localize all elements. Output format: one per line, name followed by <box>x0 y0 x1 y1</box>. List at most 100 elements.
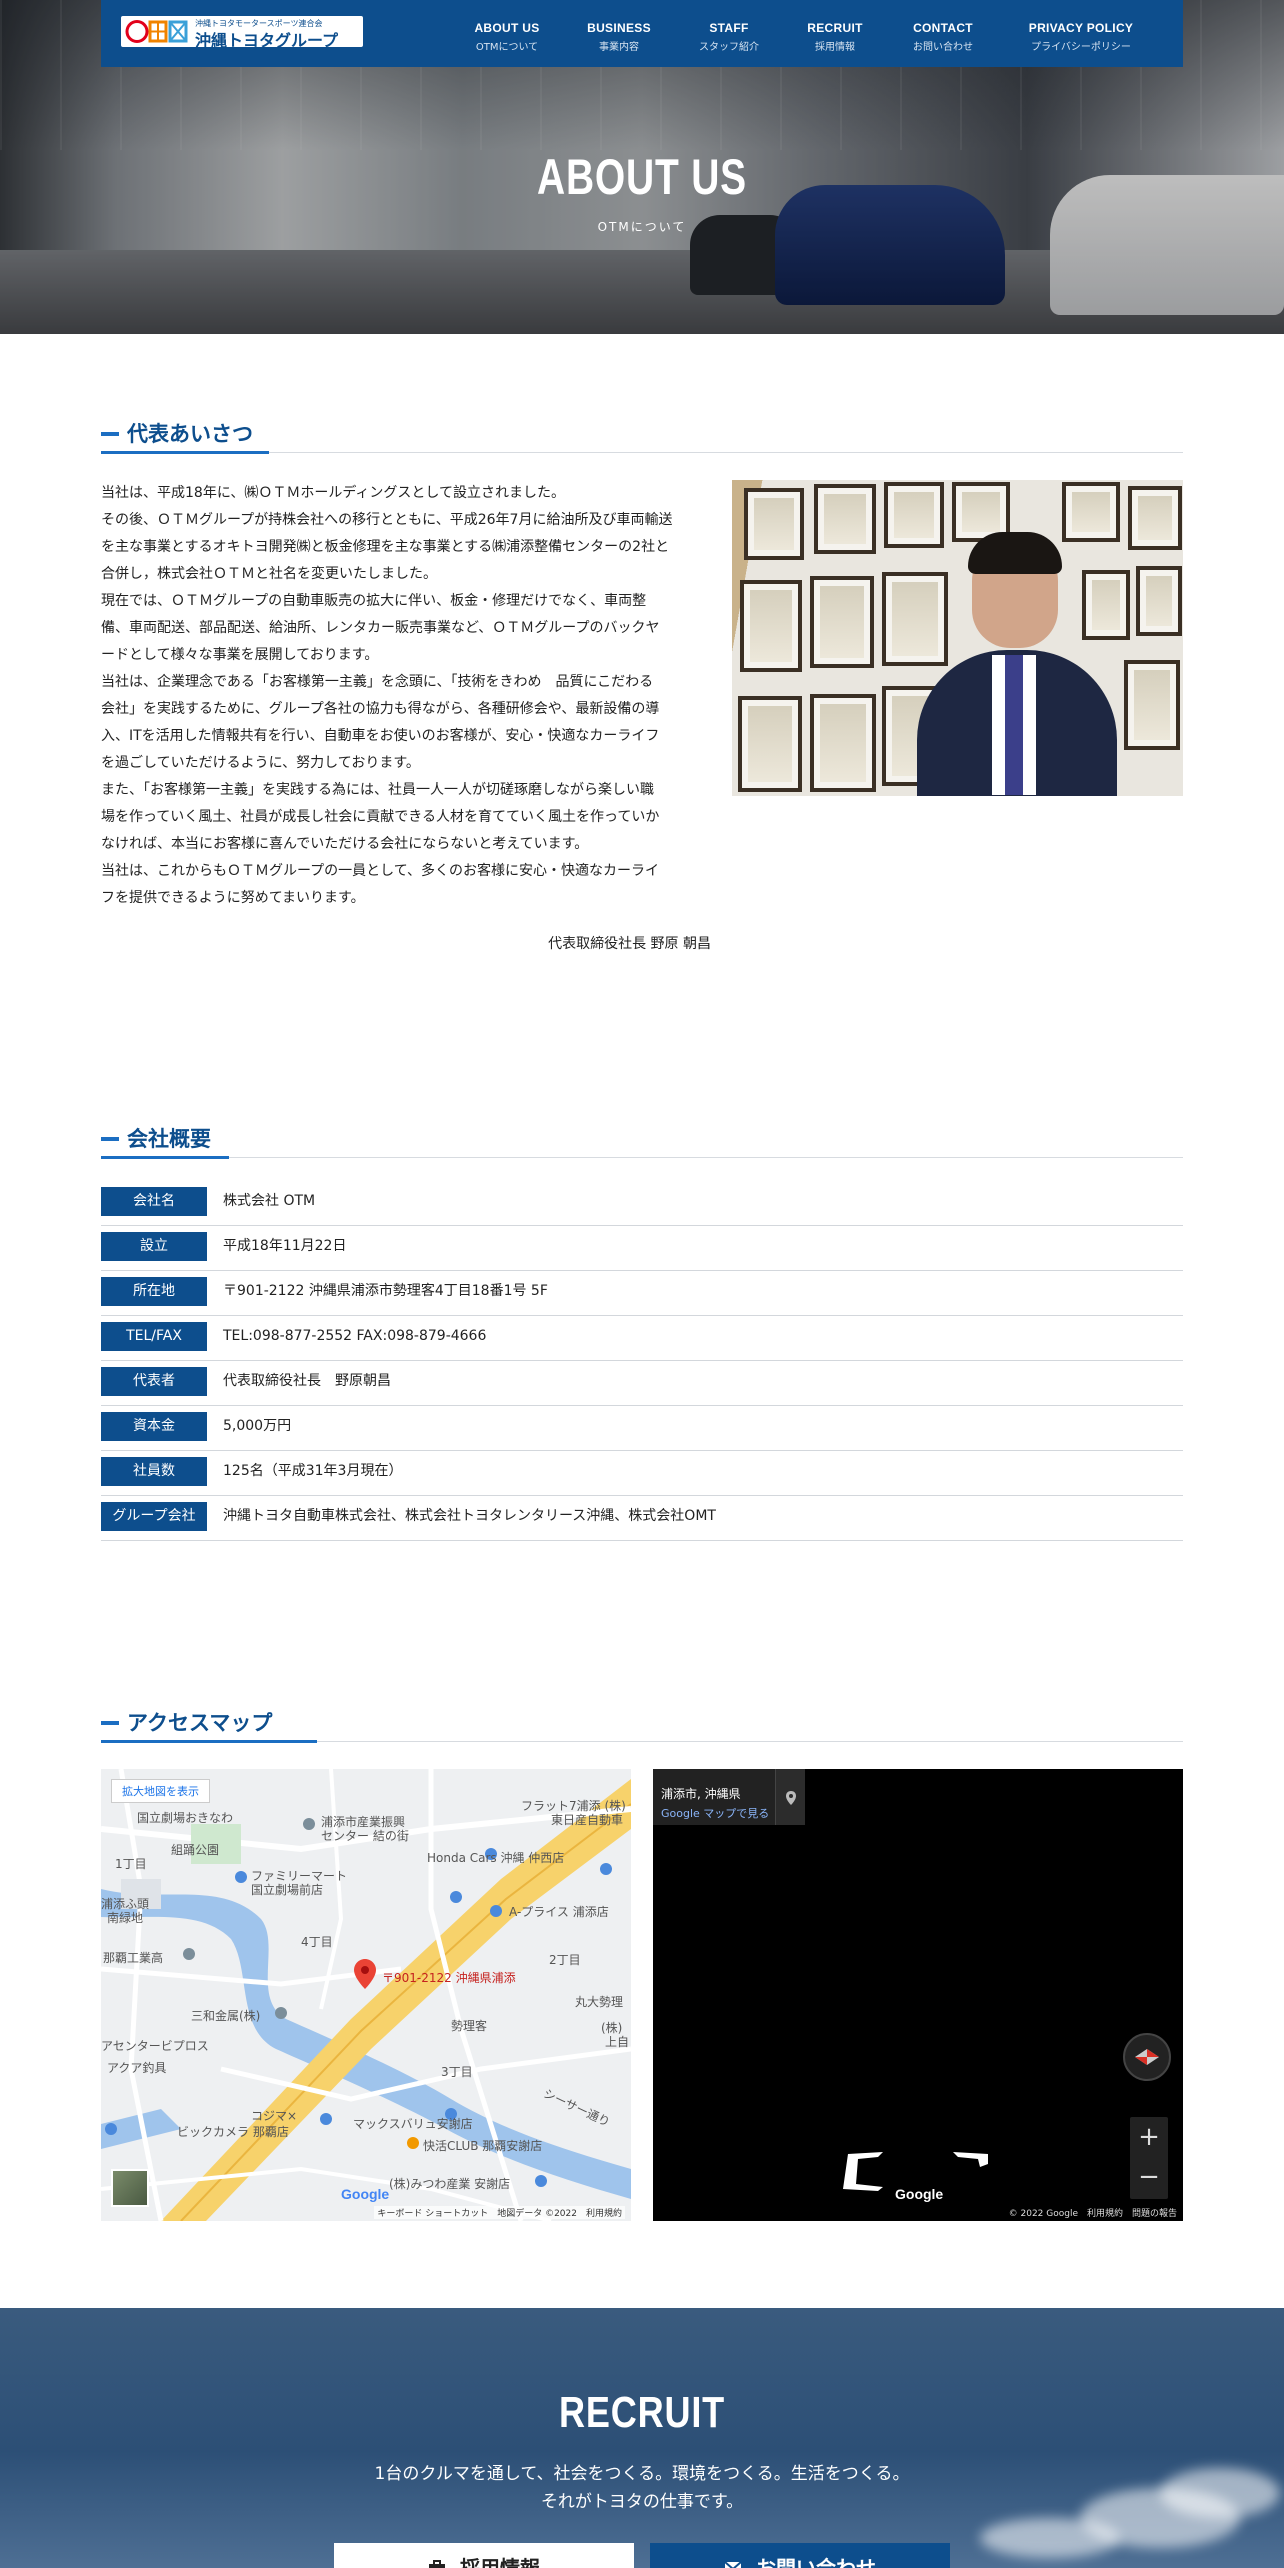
open-in-google-maps-link[interactable]: Google マップで見る <box>661 1805 769 1821</box>
photo-frame <box>882 572 948 666</box>
ceo-signature: 代表取締役社長 野原 朝昌 <box>548 936 711 952</box>
hero-title: ABOUT US <box>537 149 747 205</box>
greeting-heading: 代表あいさつ <box>101 418 1183 454</box>
map-label: 那覇工業高 <box>103 1951 164 1965</box>
nav-recruit-ja: 採用情報 <box>815 42 855 53</box>
photo-frame <box>810 576 874 668</box>
row-value: 株式会社 OTM <box>223 1193 316 1209</box>
row-label: 所在地 <box>101 1277 207 1306</box>
map-label: Honda Cars 沖縄 仲西店 <box>427 1851 565 1865</box>
nav-about-en: ABOUT US <box>474 21 540 35</box>
photo-frame <box>1062 482 1120 542</box>
map-pin-button[interactable] <box>775 1769 805 1825</box>
greeting-line: フを提供できるように努めてまいります。 <box>101 890 365 906</box>
greeting-line: 場を作っていく風土、社員が成長し社会に貢献できる人材を育てていく風土を作っていか <box>101 809 660 825</box>
google-logo: Google <box>895 2186 944 2202</box>
google-map[interactable]: 拡大地図を表示 国立劇場おきなわ 浦添市産業振興 センター 結の街 組踊公園 フ… <box>101 1769 631 2221</box>
location-pin-icon[interactable] <box>354 1959 376 1989</box>
row-value: 5,000万円 <box>223 1418 292 1434</box>
map-label: 勢理客 <box>451 2019 488 2033</box>
table-row: 設立 平成18年11月22日 <box>101 1226 1183 1271</box>
nav-privacy[interactable]: PRIVACY POLICY プライバシーポリシー <box>1021 21 1141 53</box>
greeting-line: 当社は、平成18年に、㈱ＯＴＭホールディングスとして設立されました。 <box>101 485 565 501</box>
pin-icon <box>786 1791 796 1805</box>
company-table: 会社名 株式会社 OTM 設立 平成18年11月22日 所在地 〒901-2122 沖… <box>101 1181 1183 1541</box>
photo-frame <box>1124 660 1180 750</box>
map-label: センター 結の街 <box>321 1829 409 1843</box>
map-label: 快活CLUB 那覇安謝店 <box>423 2139 543 2153</box>
photo-frame <box>810 694 876 792</box>
table-row: グループ会社 沖縄トヨタ自動車株式会社、株式会社トヨタレンタリース沖縄、株式会社O… <box>101 1496 1183 1541</box>
map-label: アクア釣具 <box>107 2061 167 2075</box>
table-row: 代表者 代表取締役社長 野原朝昌 <box>101 1361 1183 1406</box>
nav-recruit[interactable]: RECRUIT 採用情報 <box>775 21 895 53</box>
map-label: 1丁目 <box>115 1857 147 1871</box>
nav-about-ja: OTMについて <box>475 42 539 53</box>
recruit-title: RECRUIT <box>558 2388 726 2437</box>
satellite-toggle[interactable] <box>111 2169 149 2207</box>
map-footer[interactable]: キーボード ショートカット 地図データ ©2022 利用規約 <box>374 2206 625 2219</box>
nav-business[interactable]: BUSINESS 事業内容 <box>559 21 679 53</box>
street-view-footer[interactable]: © 2022 Google 利用規約 問題の報告 <box>1009 2206 1177 2219</box>
company-heading: 会社概要 <box>101 1123 1183 1159</box>
row-value: 平成18年11月22日 <box>223 1238 347 1254</box>
photo-frame <box>814 484 876 554</box>
map-label: 国立劇場前店 <box>251 1883 324 1897</box>
map-label: 上自 <box>605 2035 630 2049</box>
map-label: 丸大勢理 <box>575 1995 624 2009</box>
nav-privacy-ja: プライバシーポリシー <box>1031 42 1131 53</box>
photo-frame <box>1082 570 1130 640</box>
heading-bar <box>101 1721 119 1725</box>
nav-contact[interactable]: CONTACT お問い合わせ <box>883 21 1003 53</box>
map-label: 2丁目 <box>549 1953 581 1967</box>
greeting-line: なければ、本当にお客様に喜んでいただける会社にならないと考えています。 <box>101 836 589 852</box>
nav-contact-en: CONTACT <box>913 21 973 35</box>
greeting-line: その後、ＯＴＭグループが持株会社への移行とともに、平成26年7月に給油所及び車両… <box>101 512 673 528</box>
greeting-line: 当社は、企業理念である「お客様第一主義」を念頭に、「技術をきわめ 品質にこだわる <box>101 674 654 690</box>
logo-name: 沖縄トヨタグループ <box>195 31 339 50</box>
recruit-text: 1台のクルマを通して、社会をつくる。環境をつくる。生活をつくる。 それがトヨタの… <box>0 2460 1284 2516</box>
map-label: 東日産自動車 <box>551 1813 624 1827</box>
greeting-line: 備、車両配送、部品配送、給油所、レンタカー販売事業など、ＯＴＭグループのバックヤ <box>101 620 660 636</box>
greeting-line: 現在では、ＯＴＭグループの自動車販売の拡大に伴い、板金・修理だけでなく、車両整 <box>101 593 647 609</box>
zoom-in-button[interactable]: + <box>1130 2117 1168 2157</box>
photo-frame <box>1128 486 1182 550</box>
zoom-out-button[interactable]: − <box>1130 2157 1168 2197</box>
row-label: 資本金 <box>101 1412 207 1441</box>
table-row: 会社名 株式会社 OTM <box>101 1181 1183 1226</box>
map-label: アセンタービプロス <box>101 2039 209 2053</box>
mail-icon <box>724 2561 742 2568</box>
map-label: 南緑地 <box>107 1911 144 1925</box>
greeting-line: 入、ITを活用した情報共有を行い、自動車をお使いのお客様が、安心・快適なカーライ… <box>101 728 660 744</box>
nav-about[interactable]: ABOUT US OTMについて <box>447 21 567 53</box>
site-logo[interactable]: 沖縄トヨタモータースポーツ連合会 沖縄トヨタグループ <box>121 16 363 50</box>
street-view[interactable]: 浦添市, 沖縄県 Google マップで見る + − Google © 2022… <box>653 1769 1183 2221</box>
photo-frame <box>740 580 802 672</box>
row-value: 沖縄トヨタ自動車株式会社、株式会社トヨタレンタリース沖縄、株式会社OMT <box>223 1508 716 1524</box>
greeting-line: 当社は、これからもＯＴＭグループの一員として、多くのお客様に安心・快適なカーライ <box>101 863 660 879</box>
nav-privacy-en: PRIVACY POLICY <box>1028 21 1134 35</box>
enlarge-map-link[interactable]: 拡大地図を表示 <box>111 1779 210 1803</box>
cloud <box>980 2518 1120 2558</box>
access-heading: アクセスマップ <box>101 1707 1183 1743</box>
person-hair <box>968 532 1062 574</box>
nav-staff-ja: スタッフ紹介 <box>699 42 759 53</box>
heading-underline <box>101 1156 229 1159</box>
contact-button[interactable]: お問い合わせ <box>650 2543 950 2568</box>
recruit-line: 1台のクルマを通して、社会をつくる。環境をつくる。生活をつくる。 <box>374 2464 910 2484</box>
nav-staff[interactable]: STAFF スタッフ紹介 <box>669 21 789 53</box>
access-title: アクセスマップ <box>127 1711 273 1735</box>
person-tie <box>992 655 1036 795</box>
map-label: 国立劇場おきなわ <box>137 1811 234 1825</box>
map-label: (株)みつわ産業 安謝店 <box>389 2177 511 2191</box>
compass-button[interactable] <box>1123 2033 1171 2081</box>
greeting-line: 会社」を実践するために、グループ各社の協力も得ながら、各種研修会や、最新設備の導 <box>101 701 660 717</box>
map-label: A-プライス 浦添店 <box>509 1905 609 1919</box>
company-title: 会社概要 <box>127 1127 211 1151</box>
nav-business-en: BUSINESS <box>587 21 651 35</box>
table-row: TEL/FAX TEL:098-877-2552 FAX:098-879-4666 <box>101 1316 1183 1361</box>
compass-icon <box>1135 2049 1159 2065</box>
jobs-button[interactable]: 採用情報 <box>334 2543 634 2568</box>
table-row: 社員数 125名（平成31年3月現在） <box>101 1451 1183 1496</box>
row-label: 会社名 <box>101 1187 207 1216</box>
